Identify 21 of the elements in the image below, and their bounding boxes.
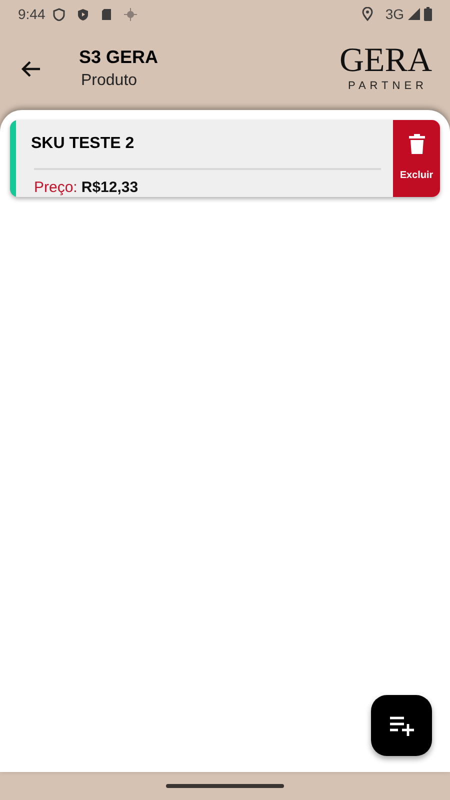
shield-icon (53, 8, 66, 20)
price-label: Preço: (34, 178, 78, 197)
play-shield-icon (77, 8, 90, 20)
price-value: R$12,33 (81, 178, 138, 197)
status-time: 9:44 (18, 4, 46, 24)
page-subtitle: Produto (81, 71, 138, 91)
network-type: 3G (385, 4, 404, 24)
battery-icon (424, 7, 432, 21)
trash-icon (408, 134, 424, 154)
crosshair-icon (124, 8, 138, 20)
logo-wordmark: GERA (339, 45, 432, 77)
logo-tagline: PARTNER (348, 79, 428, 93)
location-icon (362, 7, 374, 21)
add-item-button[interactable] (371, 695, 432, 756)
product-card[interactable]: SKU TESTE 2 Preço: R$12,33 Excluir (10, 120, 440, 197)
playlist-add-icon (388, 714, 416, 736)
delete-button[interactable]: Excluir (393, 120, 440, 197)
sd-card-icon (101, 8, 112, 20)
product-name: SKU TESTE 2 (31, 134, 136, 154)
signal-icon (408, 8, 420, 20)
page-title: S3 GERA (79, 46, 158, 69)
